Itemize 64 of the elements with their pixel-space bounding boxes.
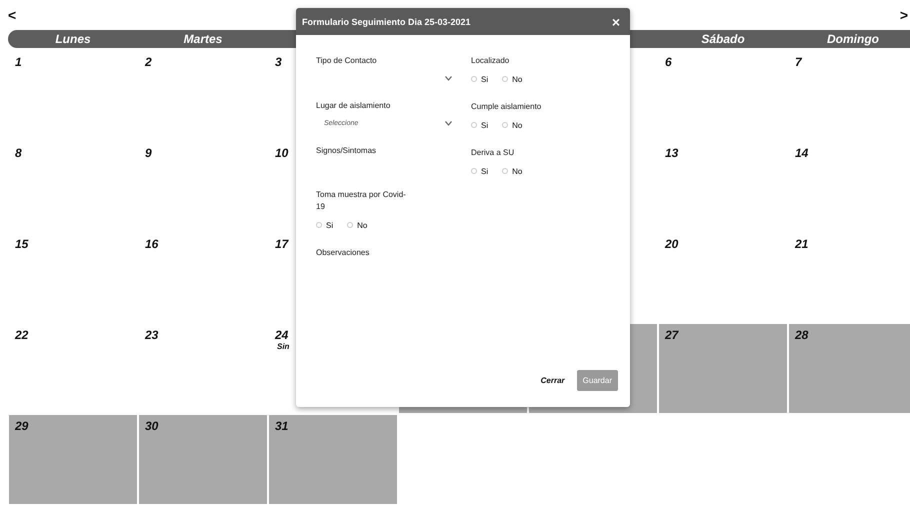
day-number: 24 (275, 328, 288, 342)
day-cell[interactable]: 27 (658, 323, 788, 414)
day-number: 31 (275, 419, 288, 433)
next-month-button[interactable]: > (900, 8, 908, 22)
chevron-down-icon (445, 76, 452, 80)
field-label: Tipo de Contacto (316, 55, 378, 67)
field-label: Lugar de aislamiento (316, 100, 392, 112)
day-number: 15 (15, 237, 28, 251)
day-cell[interactable]: 28 (788, 323, 910, 414)
radio-label: Si (481, 74, 488, 84)
day-cell[interactable]: 31 (268, 414, 398, 505)
field-label: Cumple aislamiento (471, 101, 542, 113)
chevron-down-icon (445, 120, 452, 126)
day-number: 7 (795, 55, 802, 69)
weekday-label: Lunes (55, 32, 91, 46)
radio-label: No (512, 166, 522, 176)
day-number: 23 (145, 328, 158, 342)
day-number: 20 (665, 237, 678, 251)
day-number: 30 (145, 419, 158, 433)
radio-label: No (357, 220, 368, 230)
day-number: 27 (665, 328, 678, 342)
event-label: Sin (277, 342, 290, 351)
day-number: 2 (145, 55, 152, 69)
day-number: 17 (275, 237, 288, 251)
radio-button[interactable] (471, 168, 477, 174)
radio-button[interactable] (502, 76, 508, 82)
radio-button[interactable] (502, 168, 508, 174)
field-label: Deriva a SU (471, 147, 516, 159)
radio-label: No (512, 74, 522, 84)
day-number: 9 (145, 146, 152, 160)
radio-button[interactable] (471, 122, 477, 128)
dialog-title: Formulario Seguimiento Dia 25-03-2021 (302, 16, 471, 26)
weekday-label: Domingo (827, 32, 879, 46)
day-number: 29 (15, 419, 28, 433)
radio-label: Si (326, 220, 334, 230)
field-label: Signos/Sintomas (316, 145, 378, 157)
close-link[interactable]: Cerrar (540, 376, 565, 385)
radio-button[interactable] (316, 222, 322, 228)
day-number: 1 (15, 55, 22, 69)
field-label: Toma muestra por Covid-19 (316, 189, 406, 213)
day-cell[interactable]: 30 (138, 414, 268, 505)
weekday-label: Sábado (701, 32, 745, 46)
previous-month-button[interactable]: < (8, 8, 16, 22)
radio-button[interactable] (471, 76, 477, 82)
day-number: 3 (275, 55, 282, 69)
day-number: 6 (665, 55, 672, 69)
day-number: 22 (15, 328, 28, 342)
day-cell[interactable]: 29 (8, 414, 138, 505)
radio-button[interactable] (347, 222, 354, 228)
radio-label: Si (481, 166, 488, 176)
day-number: 16 (145, 237, 158, 251)
day-number: 10 (275, 146, 288, 160)
day-number: 14 (795, 146, 808, 160)
day-number: 8 (15, 146, 22, 160)
close-button[interactable]: × (612, 14, 620, 30)
radio-label: No (512, 120, 522, 130)
weekday-label: Martes (184, 32, 222, 46)
day-number: 21 (795, 237, 808, 251)
field-label: Observaciones (316, 247, 370, 259)
field-label: Localizado (471, 55, 510, 67)
day-number: 13 (665, 146, 678, 160)
day-number: 28 (795, 328, 808, 342)
radio-label: Si (481, 120, 488, 130)
radio-button[interactable] (502, 122, 508, 128)
